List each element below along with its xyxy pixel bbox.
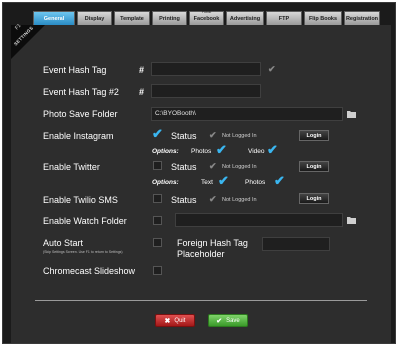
tab-display[interactable]: Display [77, 11, 112, 25]
enable-twitter-checkbox[interactable] [153, 161, 162, 170]
tab-flip-books[interactable]: Flip Books [304, 11, 342, 25]
twitter-photos-label: Photos [245, 179, 266, 186]
folder-icon[interactable] [347, 110, 357, 118]
tab-label: FTP [278, 15, 290, 22]
general-panel: F1 SETTINGS Event Hash Tag # ✔ Event Has… [11, 23, 391, 343]
twitter-login-button[interactable]: Login [299, 161, 329, 172]
settings-window: General Display Template Printing Public… [2, 2, 396, 344]
tab-label: Facebook [193, 15, 220, 22]
close-icon: ✖ [164, 317, 171, 325]
instagram-login-button[interactable]: Login [299, 130, 329, 141]
foreign-hash-tag-input[interactable] [262, 237, 330, 251]
foreign-hash-tag-label: Foreign Hash Tag [177, 238, 248, 248]
status-check-icon: ✔ [209, 194, 217, 204]
enable-twitter-label: Enable Twitter [43, 162, 100, 172]
tab-badge: Public [201, 10, 212, 14]
enable-watch-folder-label: Enable Watch Folder [43, 216, 127, 226]
tab-printing[interactable]: Printing [152, 11, 187, 25]
event-hash-tag-2-label: Event Hash Tag #2 [43, 87, 119, 97]
event-hash-tag-input[interactable] [151, 62, 261, 76]
divider [35, 300, 367, 301]
photo-save-folder-label: Photo Save Folder [43, 109, 118, 119]
check-icon: ✔ [268, 64, 276, 74]
auto-start-checkbox[interactable] [153, 238, 162, 247]
hash-symbol: # [139, 65, 145, 75]
tab-label: Flip Books [308, 15, 338, 22]
instagram-status-label: Status [171, 131, 197, 141]
twilio-status-label: Status [171, 195, 197, 205]
status-check-icon: ✔ [209, 130, 217, 140]
quit-button[interactable]: ✖ Quit [155, 314, 195, 327]
check-icon: ✔ [216, 317, 223, 325]
tab-label: Template [120, 15, 144, 22]
enable-instagram-checkbox-checked-icon[interactable]: ✔ [152, 127, 163, 140]
tab-template[interactable]: Template [114, 11, 150, 25]
instagram-video-label: Video [248, 148, 265, 155]
tab-bar: General Display Template Printing Public… [33, 9, 382, 25]
chromecast-slideshow-label: Chromecast Slideshow [43, 266, 136, 276]
auto-start-hint: (Skip Settings Screen. Use F1 to return … [43, 250, 123, 254]
tab-label: Display [84, 15, 105, 22]
auto-start-label: Auto Start [43, 238, 84, 248]
event-hash-tag-2-input[interactable] [151, 84, 261, 98]
twitter-text-label: Text [201, 179, 213, 186]
twitter-options-label: Options: [152, 179, 179, 186]
hash-symbol: # [139, 87, 145, 97]
tab-advertising[interactable]: Advertising [226, 11, 264, 25]
foreign-hash-tag-label-line2: Placeholder [177, 249, 225, 259]
tab-ftp[interactable]: FTP [266, 11, 302, 25]
quit-label: Quit [174, 317, 186, 324]
twitter-status-label: Status [171, 162, 197, 172]
twitter-photos-checked-icon[interactable]: ✔ [274, 174, 285, 187]
folder-icon[interactable] [347, 216, 357, 224]
photo-save-folder-input[interactable]: C:\BYOBooth\ [151, 107, 343, 121]
instagram-status-text: Not Logged In [222, 133, 257, 139]
tab-general[interactable]: General [33, 11, 75, 25]
twilio-login-button[interactable]: Login [299, 193, 329, 204]
twitter-text-checked-icon[interactable]: ✔ [218, 174, 229, 187]
enable-twilio-label: Enable Twilio SMS [43, 195, 118, 205]
instagram-photos-checked-icon[interactable]: ✔ [216, 143, 227, 156]
chromecast-slideshow-checkbox[interactable] [153, 266, 162, 275]
tab-label: General [43, 15, 65, 22]
twitter-status-text: Not Logged In [222, 164, 257, 170]
enable-watch-folder-checkbox[interactable] [153, 216, 162, 225]
instagram-options-label: Options: [152, 148, 179, 155]
event-hash-tag-label: Event Hash Tag [43, 65, 107, 75]
instagram-photos-label: Photos [191, 148, 212, 155]
watch-folder-input[interactable] [175, 213, 343, 227]
enable-instagram-label: Enable Instagram [43, 131, 114, 141]
tab-label: Registration [345, 15, 379, 22]
tab-label: Advertising [229, 15, 261, 22]
tab-facebook[interactable]: Public Facebook [189, 10, 224, 25]
save-button[interactable]: ✔ Save [208, 314, 248, 327]
tab-label: Printing [159, 15, 180, 22]
tab-registration[interactable]: Registration [344, 11, 380, 25]
status-check-icon: ✔ [209, 161, 217, 171]
twilio-status-text: Not Logged In [222, 197, 257, 203]
instagram-video-checked-icon[interactable]: ✔ [267, 143, 278, 156]
enable-twilio-checkbox[interactable] [153, 194, 162, 203]
save-label: Save [226, 317, 240, 324]
